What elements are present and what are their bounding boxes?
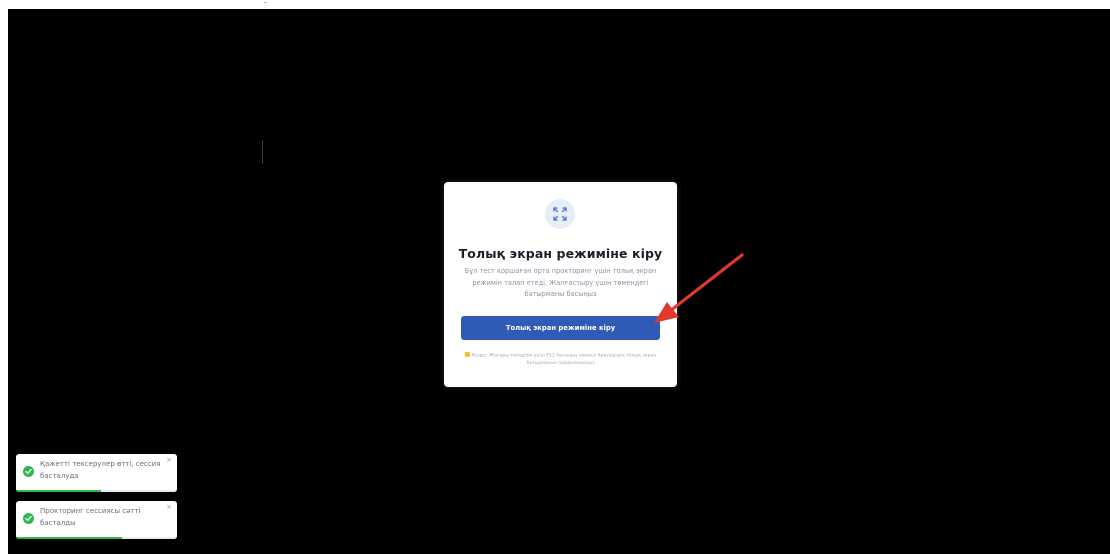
toast-progress-track — [16, 537, 177, 539]
toast-message: Прокторинг сессиясы сәтті басталды — [40, 507, 141, 527]
toast-progress-track — [16, 490, 177, 492]
fullscreen-expand-icon — [545, 199, 575, 229]
close-icon[interactable]: × — [166, 456, 172, 464]
toast-notification: Прокторинг сессиясы сәтті басталды × — [16, 501, 177, 539]
expand-arrows-icon — [553, 207, 567, 221]
screen: Толық экран режиміне кіру Бұл тест қорша… — [0, 0, 1110, 554]
modal-description: Бұл тест қоршаған орта прокторинг үшін т… — [464, 267, 657, 298]
enter-fullscreen-button[interactable]: Толық экран режиміне кіру — [461, 316, 660, 340]
check-circle-icon — [23, 513, 34, 524]
close-icon[interactable]: × — [166, 503, 172, 511]
toast-notification: Қажетті тексерулер өтті, сессия басталуд… — [16, 454, 177, 492]
modal-hint: Кеңес: Жоғары тиімділік үшін F11 басыңыз… — [458, 352, 663, 368]
toast-progress-bar — [16, 537, 123, 539]
toast-progress-bar — [16, 490, 102, 492]
annotation-arrow-icon — [654, 253, 744, 323]
warning-icon — [464, 352, 470, 357]
modal-hint-text: Кеңес: Жоғары тиімділік үшін F11 басыңыз… — [471, 353, 657, 367]
check-circle-icon — [23, 466, 34, 477]
top-speck — [264, 2, 267, 3]
backdrop-artifact-line — [262, 140, 263, 164]
toast-message: Қажетті тексерулер өтті, сессия басталуд… — [40, 460, 161, 480]
